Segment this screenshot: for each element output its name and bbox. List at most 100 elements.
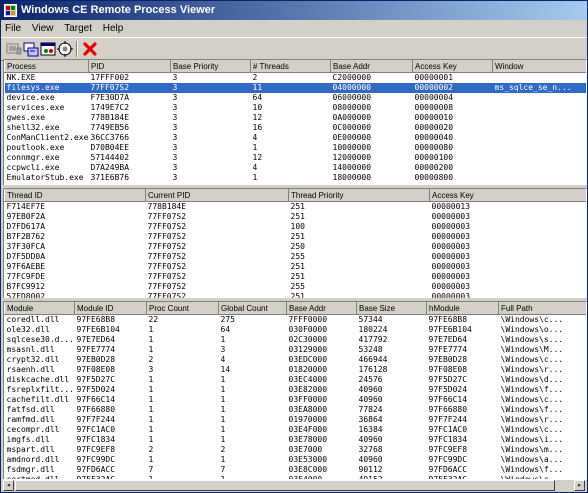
module-row-cell: 97F5D024 [76,385,116,394]
module-row[interactable]: coredll.dll 97FE68B8 22 275 7FFF0000 57344 97F… [5,315,587,326]
module-row[interactable]: fatfsd.dll 97F66880 1 1 03EA8000 77824 97F6688… [5,405,587,415]
process-row[interactable]: services.exe 1749E7C2 3 10 08000000 00000008 [5,103,587,113]
thread-row-cell: 77FF07S2 [147,262,187,271]
module-row[interactable]: mspart.dll 97FC9EF8 2 2 03E7000 32768 97FC9EF8… [5,445,587,455]
process-row[interactable]: ConManClient2.exe 36CC3766 3 4 0E000000 00000… [5,133,587,143]
thread-row[interactable]: 37F30FCA 77FF07S2 250 00000003 [5,242,587,252]
col-pid[interactable]: PID [88,60,171,73]
module-row-cell: 97FE7774 [76,345,116,354]
col-global-count[interactable]: Global Count [218,302,287,315]
process-row[interactable]: filesys.exe 77FF07S2 3 11 04000000 00000002 ms… [4,83,586,93]
col-thread-id[interactable]: Thread ID [4,189,146,202]
col-base-priority[interactable]: Base Priority [170,60,251,73]
process-row-cell: 36CC3766 [90,133,130,142]
module-row[interactable]: msasnl.dll 97FE7774 1 3 03129000 53248 97FE777… [5,345,587,355]
process-row-cell: connmgr.exe [6,153,60,162]
col-base-size[interactable]: Base Size [356,302,427,315]
module-row[interactable]: ole32.dll 97FE6B104 1 64 030F0000 180224 97FE6… [5,325,587,335]
thread-row-cell: 251 [290,202,305,211]
module-row[interactable]: cecompr.dll 97FC1AC0 1 1 03E4F000 16384 97FC1A… [5,425,587,435]
menu-view[interactable]: View [28,20,58,37]
process-row-cell: EmulatorStub.exe [6,173,84,182]
thread-row[interactable]: 97EB0F2A 77FF07S2 251 00000003 [5,212,587,222]
process-button[interactable] [39,40,57,58]
process-row[interactable]: EmulatorStub.exe 371E6B76 3 1 18000000 000008… [5,173,587,183]
module-row-cell: 1 [220,435,226,444]
col-thread-priority[interactable]: Thread Priority [288,189,430,202]
col-access-key[interactable]: Access Key [412,60,493,73]
scroll-left-button[interactable]: ◂ [3,480,14,491]
col-thread-access-key[interactable]: Access Key [429,189,586,202]
module-row-cell: 97F7F244 [428,415,468,424]
module-row[interactable]: ramfmd.dll 97F7F244 1 1 01970000 36864 97F7F24… [5,415,587,425]
module-row-cell: 97FC99DC [428,455,468,464]
module-row-cell: 03E53000 [288,455,328,464]
module-row-cell: rsaenh.dll [6,365,55,374]
process-row[interactable]: connmgr.exe 57144402 3 12 12000000 00000100 [5,153,587,163]
scroll-thumb[interactable] [15,480,555,491]
menu-target[interactable]: Target [60,20,96,37]
module-row[interactable]: crypt32.dll 97EB0D28 2 4 03EDC000 466944 97EB0… [5,355,587,365]
connect-button[interactable] [5,40,23,58]
process-row[interactable]: gwes.exe 778B184E 3 12 0A000000 00000010 [5,113,587,123]
col-current-pid[interactable]: Current PID [145,189,289,202]
module-row[interactable]: cachefilt.dll 97F66C14 1 1 03FF0000 40960 97F6… [5,395,587,405]
col-full-path[interactable]: Full Path [498,302,586,315]
thread-row[interactable]: 97F6AEBE 77FF07S2 251 00000003 [5,262,587,272]
col-module-base-addr[interactable]: Base Addr [286,302,357,315]
col-process[interactable]: Process [4,60,89,73]
module-row[interactable]: diskcache.dll 97F5D27C 1 1 03EC4000 24576 97F5… [5,375,587,385]
module-row[interactable]: imgfs.dll 97FC1834 1 1 03E78000 40960 97FC1834… [5,435,587,445]
thread-row-cell: 77FF07S2 [147,282,187,291]
menu-help[interactable]: Help [99,20,128,37]
col-threads[interactable]: # Threads [250,60,331,73]
module-row-cell: 57344 [358,315,383,324]
module-row[interactable]: rsaenh.dll 97F08E08 3 14 01820000 176128 97F08… [5,365,587,375]
thread-row[interactable]: D7FD617A 77FF07S2 100 00000003 [5,222,587,232]
module-row-cell: \Windows\d... [500,375,564,384]
col-proc-count[interactable]: Proc Count [146,302,219,315]
refresh-button[interactable] [22,40,40,58]
col-hmodule[interactable]: hModule [426,302,499,315]
thread-row[interactable]: 77FC9FDE 77FF07S2 251 00000003 [5,272,587,282]
col-module-id[interactable]: Module ID [74,302,147,315]
process-list[interactable]: Process PID Base Priority # Threads Base… [3,59,587,186]
module-row[interactable]: fsreplxfilt... 97F5D024 1 1 03E82000 40960 97F… [5,385,587,395]
col-module[interactable]: Module [4,302,75,315]
col-base-addr[interactable]: Base Addr [330,60,413,73]
kill-process-button[interactable] [81,40,99,58]
thread-row[interactable]: B7F2B762 77FF07S2 251 00000003 [5,232,587,242]
thread-list[interactable]: Thread ID Current PID Thread Priority Ac… [3,188,587,299]
process-row[interactable]: shell32.exe 7749EB56 3 16 0C000000 00000020 [5,123,587,133]
app-icon [4,4,17,17]
process-row[interactable]: NK.EXE 17FFF002 3 2 C2000000 00000001 [5,73,587,84]
scroll-right-button[interactable]: ▸ [574,480,585,491]
module-row[interactable]: sqlcese30.d... 97E7ED64 1 1 02C30000 417792 97… [5,335,587,345]
process-row-cell: services.exe [6,103,65,112]
process-row-cell: 16 [252,123,263,132]
process-row[interactable]: poutlook.exe D70B04EE 3 1 10000000 00000080 [5,143,587,153]
horizontal-scrollbar[interactable]: ◂ ▸ [3,479,585,491]
module-row-cell: 97F5D024 [428,385,468,394]
process-row-cell: 14000000 [332,163,372,172]
settings-icon [57,41,73,57]
module-row-cell: 02C30000 [288,335,328,344]
module-row[interactable]: amdnord.dll 97FC99DC 1 1 03E53000 40960 97FC99… [5,455,587,465]
thread-row-cell: 251 [290,232,305,241]
process-row[interactable]: ccpwcli.exe D7A249BA 3 4 14000000 00000200 [5,163,587,173]
thread-row[interactable]: F714EF7E 778B184E 251 00000013 [5,202,587,213]
thread-row[interactable]: D7F5DD0A 77FF07S2 255 00000003 [5,252,587,262]
process-row-cell: shell32.exe [6,123,60,132]
col-window[interactable]: Window [492,60,586,73]
process-row[interactable]: device.exe F7E30D7A 3 64 06000000 00000004 [5,93,587,103]
module-list[interactable]: Module Module ID Proc Count Global Count… [3,301,587,480]
module-row-cell: 1 [148,455,154,464]
module-row-cell: 97E7ED64 [428,335,468,344]
module-row[interactable]: fsdmgr.dll 97FD6ACC 7 7 03E8C000 90112 97FD6AC… [5,465,587,475]
module-row-cell: 1 [220,405,226,414]
settings-button[interactable] [56,40,74,58]
process-row-cell: 3 [172,103,178,112]
thread-row[interactable]: B7FC9912 77FF07S2 255 00000003 [5,282,587,292]
module-row-cell: 03E7000 [288,445,323,454]
menu-file[interactable]: File [1,20,25,37]
